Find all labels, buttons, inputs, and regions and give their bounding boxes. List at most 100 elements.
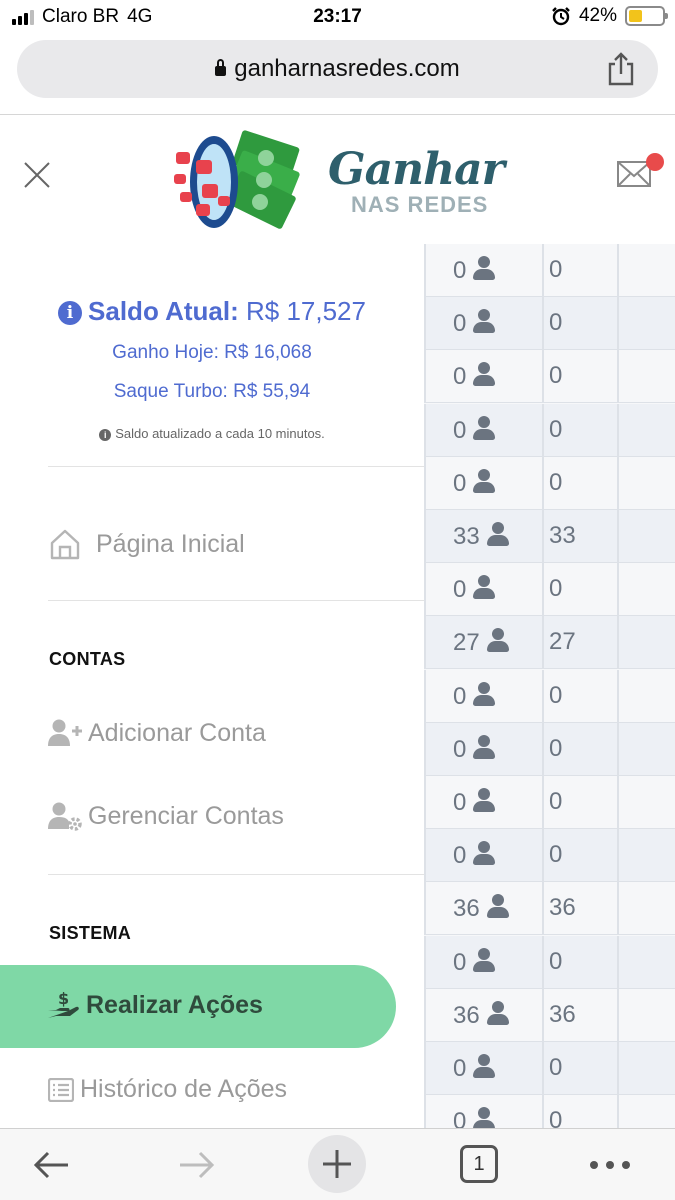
count-value: 0 bbox=[453, 257, 467, 284]
close-icon[interactable] bbox=[22, 160, 52, 190]
table-cell-empty bbox=[617, 350, 675, 403]
battery-icon bbox=[625, 6, 668, 26]
table-row: 36 36 bbox=[424, 882, 675, 935]
table-cell-total: 36 bbox=[542, 882, 617, 935]
earned-today: Ganho Hoje: R$ 16,068 bbox=[112, 342, 312, 363]
table-cell-empty bbox=[617, 776, 675, 829]
table-row: 00 bbox=[424, 350, 675, 403]
nav-perform-actions[interactable]: $ Realizar Ações bbox=[48, 990, 263, 1020]
sidebar-menu: i Saldo Atual: R$ 17,527 Ganho Hoje: R$ 1… bbox=[0, 244, 424, 1128]
table-row: 00 bbox=[424, 1095, 675, 1128]
table-row: 00 bbox=[424, 670, 675, 723]
count-value: 0 bbox=[453, 310, 467, 337]
hand-money-icon: $ bbox=[48, 990, 79, 1018]
battery-fill bbox=[629, 10, 643, 22]
add-user-icon bbox=[48, 719, 82, 746]
table-cell-total: 0 bbox=[542, 1042, 617, 1095]
home-icon bbox=[50, 529, 80, 560]
table-cell-count: 0 bbox=[424, 1095, 542, 1128]
info-icon: i bbox=[58, 301, 83, 325]
table-cell-count: 33 bbox=[424, 510, 542, 563]
forward-arrow-icon[interactable] bbox=[174, 1143, 218, 1187]
count-value: 0 bbox=[453, 470, 467, 497]
table-cell-count: 0 bbox=[424, 829, 542, 882]
nav-manage-accounts[interactable]: Gerenciar Contas bbox=[48, 801, 284, 831]
table-cell-empty bbox=[617, 297, 675, 350]
nav-history[interactable]: Histórico de Ações bbox=[48, 1075, 287, 1104]
count-value: 0 bbox=[453, 842, 467, 869]
mail-icon[interactable] bbox=[614, 152, 664, 192]
table-cell-total: 0 bbox=[542, 723, 617, 776]
table-cell-total: 0 bbox=[542, 563, 617, 616]
nav-add-account[interactable]: Adicionar Conta bbox=[48, 718, 266, 748]
person-icon bbox=[472, 1054, 496, 1078]
table-cell-count: 0 bbox=[424, 936, 542, 989]
table-cell-total: 0 bbox=[542, 297, 617, 350]
table-cell-count: 0 bbox=[424, 776, 542, 829]
table-cell-count: 0 bbox=[424, 297, 542, 350]
current-balance: i Saldo Atual: R$ 17,527 bbox=[0, 296, 424, 327]
table-cell-count: 36 bbox=[424, 882, 542, 935]
table-row: 36 36 bbox=[424, 989, 675, 1042]
count-value: 36 bbox=[453, 1002, 480, 1029]
count-value: 0 bbox=[453, 949, 467, 976]
table-cell-count: 0 bbox=[424, 563, 542, 616]
lock-icon bbox=[215, 59, 227, 76]
note-text: Saldo atualizado a cada 10 minutos. bbox=[115, 426, 325, 441]
address-bar[interactable]: ganharnasredes.com bbox=[17, 40, 658, 98]
table-cell-empty bbox=[617, 563, 675, 616]
count-value: 0 bbox=[453, 789, 467, 816]
table-row: 00 bbox=[424, 776, 675, 829]
table-row: 00 bbox=[424, 563, 675, 616]
table-cell-empty bbox=[617, 936, 675, 989]
plus-icon bbox=[323, 1150, 351, 1178]
table-cell-count: 27 bbox=[424, 616, 542, 669]
actions-table: 0 0 0 0 0 0 0 0 0 0 33 33 0 0 27 27 0 0 0 0 0 0 0 0 36 36 0 0 36 36 0 0… bbox=[424, 244, 675, 1128]
person-icon bbox=[472, 575, 496, 599]
person-icon bbox=[472, 841, 496, 865]
table-cell-total: 27 bbox=[542, 616, 617, 669]
divider bbox=[48, 600, 424, 601]
share-icon[interactable] bbox=[606, 52, 636, 86]
count-value: 0 bbox=[453, 417, 467, 444]
count-value: 0 bbox=[453, 576, 467, 603]
nav-manage-accounts-label: Gerenciar Contas bbox=[88, 801, 284, 830]
back-arrow-icon[interactable] bbox=[30, 1143, 74, 1187]
table-row: 33 33 bbox=[424, 510, 675, 563]
notification-dot bbox=[646, 153, 664, 171]
person-icon bbox=[486, 894, 510, 918]
table-row: 00 bbox=[424, 244, 675, 297]
logo-graphic-icon bbox=[174, 130, 300, 229]
nav-add-account-label: Adicionar Conta bbox=[88, 718, 266, 747]
count-value: 0 bbox=[453, 363, 467, 390]
balance-label: Saldo Atual: bbox=[88, 296, 239, 326]
url-display[interactable]: ganharnasredes.com bbox=[17, 55, 658, 83]
table-cell-total: 33 bbox=[542, 510, 617, 563]
person-icon bbox=[472, 256, 496, 280]
new-tab-button[interactable] bbox=[308, 1135, 366, 1193]
table-cell-empty bbox=[617, 723, 675, 776]
nav-perform-actions-label: Realizar Ações bbox=[86, 990, 263, 1019]
table-cell-total: 0 bbox=[542, 936, 617, 989]
person-icon bbox=[472, 469, 496, 493]
count-value: 0 bbox=[453, 683, 467, 710]
tabs-button[interactable]: 1 bbox=[460, 1145, 498, 1183]
list-icon bbox=[48, 1077, 74, 1102]
person-icon bbox=[472, 682, 496, 706]
person-icon bbox=[472, 362, 496, 386]
table-row: 00 bbox=[424, 936, 675, 989]
table-cell-total: 0 bbox=[542, 404, 617, 457]
site-logo[interactable]: Ganhar NAS REDES bbox=[168, 130, 505, 236]
more-menu-icon[interactable] bbox=[590, 1161, 630, 1169]
nav-home[interactable]: Página Inicial bbox=[48, 527, 245, 561]
person-icon bbox=[472, 1107, 496, 1128]
table-cell-empty bbox=[617, 404, 675, 457]
nav-history-label: Histórico de Ações bbox=[80, 1075, 288, 1103]
header-divider bbox=[0, 114, 675, 115]
svg-text:$: $ bbox=[58, 990, 69, 1008]
count-value: 27 bbox=[453, 629, 480, 656]
count-value: 0 bbox=[453, 1055, 467, 1082]
count-value: 0 bbox=[453, 736, 467, 763]
table-cell-empty bbox=[617, 510, 675, 563]
table-row: 00 bbox=[424, 457, 675, 510]
